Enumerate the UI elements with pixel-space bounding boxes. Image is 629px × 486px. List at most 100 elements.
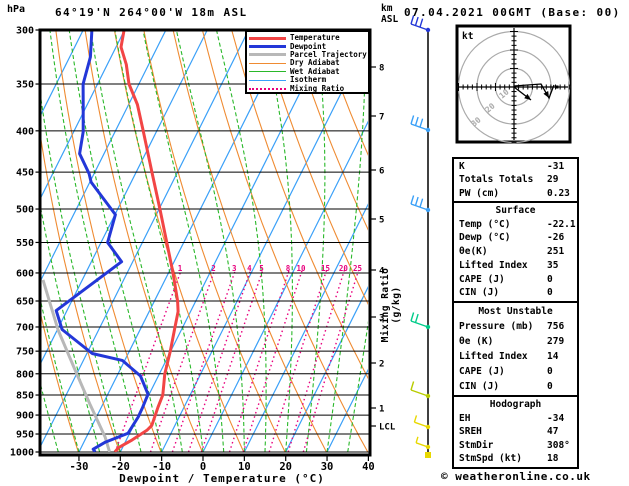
- wind-barb-feather: [410, 381, 415, 391]
- wind-barb-feather: [414, 196, 419, 206]
- legend-label: Isotherm: [290, 75, 327, 85]
- table-row-label: θe(K): [459, 246, 488, 258]
- legend-swatch-mixing-ratio: [249, 87, 286, 90]
- wind-barb-feather: [410, 195, 415, 205]
- table-row-label: Lifted Index: [459, 259, 528, 271]
- pressure-tick-label: 800: [16, 369, 34, 380]
- pressure-tick-label: 500: [16, 205, 34, 216]
- wind-barb-feather: [414, 116, 419, 126]
- table-row-value: 756: [547, 321, 565, 332]
- temperature-axis-label: Dewpoint / Temperature (°C): [119, 472, 325, 485]
- pressure-tick-label: 850: [16, 391, 34, 402]
- table-section-most-unstable: Most Unstable Pressure (mb) 756 θe (K) 279 Li…: [452, 301, 579, 397]
- table-row-value: 251: [547, 246, 565, 258]
- mixing-ratio-label: 2: [211, 264, 216, 273]
- pressure-tick-label: 650: [16, 297, 34, 308]
- wind-barb-shaft: [410, 389, 429, 397]
- wind-barb-feather: [413, 415, 418, 423]
- wet-adiabat-line: [367, 451, 368, 452]
- table-row-value: -31: [547, 161, 565, 172]
- pressure-tick-label: 350: [16, 80, 34, 91]
- wind-barb-shaft: [410, 320, 429, 328]
- table-row-value: -26: [547, 232, 565, 244]
- legend: Temperature Dewpoint Parcel Trajectory Dry …: [245, 30, 370, 94]
- table-row: StmDir 308°: [459, 439, 577, 453]
- table-row-value: 308°: [547, 439, 570, 451]
- table-row-value: 35: [547, 259, 559, 271]
- table-row-label: Pressure (mb): [459, 321, 534, 332]
- isotherm-line: [0, 30, 1, 452]
- wind-barb-feather: [419, 18, 424, 28]
- hodograph-trace-dot: [555, 85, 559, 89]
- table-row: SREH 47: [459, 425, 577, 439]
- table-row-label: Totals Totals: [459, 174, 534, 186]
- km-tick-label: 6: [379, 167, 384, 177]
- pressure-tick-label: 700: [16, 322, 34, 333]
- wet-adiabat-line: [142, 31, 225, 452]
- mixing-ratio-label: 20: [339, 264, 349, 273]
- table-row: K -31: [459, 160, 577, 173]
- wind-barb-column: [410, 15, 431, 458]
- table-row-value: 47: [547, 426, 559, 438]
- table-row-value: 279: [547, 336, 565, 347]
- legend-swatch-dewpoint: [249, 45, 286, 49]
- table-row-value: 18: [547, 453, 559, 465]
- table-row: Lifted Index 35: [459, 259, 577, 273]
- wind-barb-feather: [410, 115, 415, 125]
- table-row-label: PW (cm): [459, 187, 500, 199]
- legend-swatch-isotherm: [249, 79, 286, 81]
- table-row-value: 0: [547, 381, 553, 392]
- wind-barb-shaft: [414, 421, 429, 428]
- wet-adiabat-line: [114, 31, 204, 452]
- mixing-ratio-axis-label: Mixing Ratio (g/kg): [380, 267, 402, 343]
- wind-barb-feather: [419, 118, 424, 128]
- mixing-ratio-label: 8: [286, 264, 291, 273]
- pressure-tick-label: 300: [16, 26, 34, 37]
- table-section-header: Hodograph: [489, 399, 542, 410]
- datetime-title: 07.04.2021 00GMT (Base: 00): [404, 6, 621, 19]
- sounding-screen: { "header": { "hpa_label": "hPa", "title…: [0, 0, 629, 486]
- table-section-indices: K -31 Totals Totals 29 PW (cm) 0.23: [452, 157, 579, 203]
- table-row-label: Temp (°C): [459, 218, 511, 230]
- wind-barb-feather: [415, 436, 419, 444]
- km-tick-label: 5: [379, 216, 384, 226]
- table-row: Dewp (°C) -26: [459, 231, 577, 245]
- hodograph-unit-label: kt: [462, 31, 473, 42]
- table-section-surface: Surface Temp (°C) -22.1 Dewp (°C) -26 θe(K) 25…: [452, 201, 579, 303]
- mixing-ratio-label: 25: [353, 264, 362, 273]
- table-row-label: CAPE (J): [459, 273, 505, 285]
- mixing-ratio-label: 15: [321, 264, 330, 273]
- station-title: 64°19'N 264°00'W 18m ASL: [55, 6, 248, 19]
- table-section-header: Most Unstable: [478, 306, 553, 317]
- table-row-label: SREH: [459, 426, 482, 438]
- pressure-tick-label: 600: [16, 268, 34, 279]
- table-row: Totals Totals 29: [459, 173, 577, 186]
- legend-swatch-temperature: [249, 36, 286, 40]
- pressure-axis-unit: hPa: [7, 4, 26, 15]
- table-row-value: -34: [547, 412, 565, 424]
- table-row: CIN (J) 0: [459, 379, 577, 394]
- table-row-value: 14: [547, 351, 559, 362]
- pressure-tick-label: 900: [16, 411, 34, 422]
- table-row-value: 0: [547, 366, 553, 377]
- table-row: CIN (J) 0: [459, 286, 577, 300]
- legend-item: Mixing Ratio: [249, 84, 368, 92]
- pressure-tick-label: 450: [16, 168, 34, 179]
- wind-staff-base-marker: [425, 452, 431, 458]
- table-row: EH -34: [459, 412, 577, 426]
- table-row-label: Dewp (°C): [459, 232, 511, 244]
- pressure-tick-label: 400: [16, 126, 34, 137]
- pressure-tick-label: 950: [16, 430, 34, 441]
- table-row-label: CAPE (J): [459, 366, 505, 377]
- table-row-label: CIN (J): [459, 381, 500, 392]
- table-section-hodograph: Hodograph EH -34 SREH 47 StmDir 308° StmSpd (kt…: [452, 395, 579, 469]
- asl-label: ASL: [381, 14, 399, 25]
- table-row-label: EH: [459, 412, 471, 424]
- table-row-value: -22.1: [547, 218, 576, 230]
- table-row: PW (cm) 0.23: [459, 187, 577, 200]
- km-tick-label: 8: [379, 64, 384, 74]
- table-row-label: StmDir: [459, 439, 494, 451]
- table-row: Temp (°C) -22.1: [459, 218, 577, 232]
- km-tick-label: 2: [379, 360, 384, 370]
- mixing-ratio-label: 3: [232, 264, 237, 273]
